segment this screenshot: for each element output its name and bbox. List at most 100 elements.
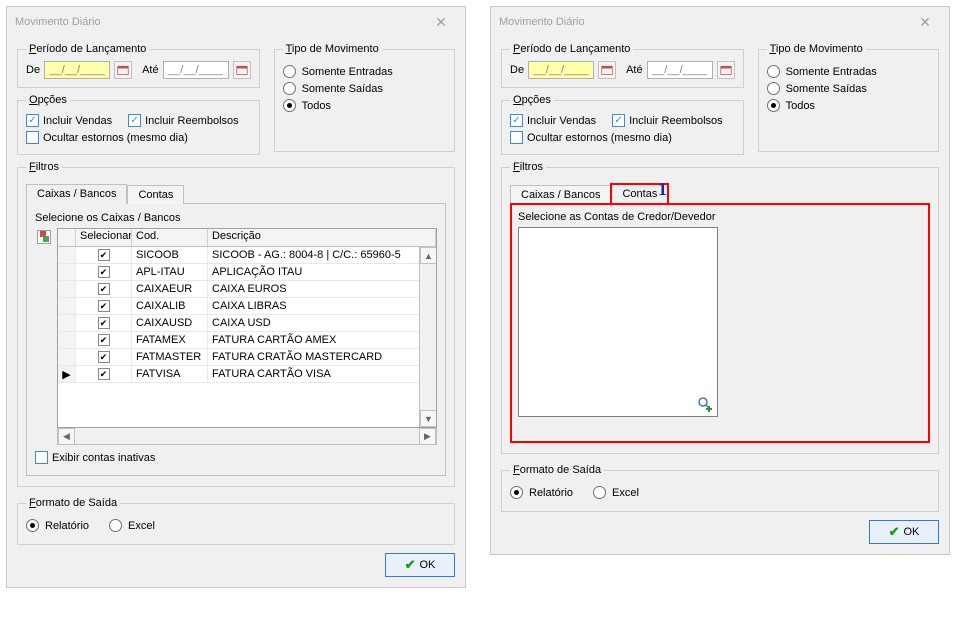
label-somente-entradas: Somente Entradas <box>786 66 877 78</box>
titlebar: Movimento Diário ✕ <box>7 7 465 37</box>
check-icon: ✔ <box>889 524 900 540</box>
radio-somente-entradas[interactable]: Somente Entradas <box>767 65 930 78</box>
calendar-ate-button[interactable] <box>233 61 251 79</box>
toggle-all-button[interactable] <box>37 230 51 244</box>
calendar-de-button[interactable] <box>114 61 132 79</box>
grid-cell-cod: FATAMEX <box>132 332 208 348</box>
date-input-de[interactable] <box>44 61 110 79</box>
table-row[interactable]: ✔CAIXAEURCAIXA EUROS <box>58 281 436 298</box>
checkbox-incluir-vendas[interactable]: ✓ Incluir Vendas <box>510 114 596 127</box>
label-ate: Até <box>142 64 159 76</box>
grid-row-marker <box>58 349 76 365</box>
scroll-left-icon[interactable]: ◀ <box>58 428 75 445</box>
ok-button[interactable]: ✔ OK <box>869 520 939 544</box>
contas-panel: Selecione as Contas de Credor/Devedor <box>510 203 930 443</box>
scrollbar-vertical[interactable]: ▲ ▼ <box>419 247 436 427</box>
grid-cell-select[interactable]: ✔ <box>76 349 132 365</box>
radio-excel[interactable]: Excel <box>593 486 639 499</box>
table-row[interactable]: ▶✔FATVISAFATURA CARTÃO VISA <box>58 366 436 383</box>
period-group: Período de Lançamento De Até <box>17 43 260 88</box>
radio-relatorio[interactable]: Relatório <box>26 519 89 532</box>
table-row[interactable]: ✔CAIXAUSDCAIXA USD <box>58 315 436 332</box>
calendar-ate-button[interactable] <box>717 61 735 79</box>
calendar-icon <box>117 64 129 76</box>
col-header-descricao[interactable]: Descrição <box>208 229 436 246</box>
options-legend: Opções <box>26 94 70 106</box>
contas-listbox[interactable] <box>518 227 718 417</box>
grid-cell-cod: CAIXAUSD <box>132 315 208 331</box>
close-icon[interactable]: ✕ <box>909 7 941 37</box>
check-icon: ✓ <box>510 131 523 144</box>
grid-cell-cod: SICOOB <box>132 247 208 263</box>
check-icon: ✓ <box>612 114 625 127</box>
label-todos: Todos <box>302 100 331 112</box>
tab-caixas-bancos[interactable]: Caixas / Bancos <box>26 184 127 204</box>
radio-relatorio[interactable]: Relatório <box>510 486 573 499</box>
check-icon: ✓ <box>35 451 48 464</box>
label-somente-saidas: Somente Saídas <box>302 83 383 95</box>
checkbox-incluir-vendas[interactable]: ✓ Incluir Vendas <box>26 114 112 127</box>
grid-cell-select[interactable]: ✔ <box>76 281 132 297</box>
search-add-button[interactable] <box>697 396 713 412</box>
caixas-panel: Selecione os Caixas / Bancos Selecionar … <box>26 204 446 476</box>
radio-somente-saidas[interactable]: Somente Saídas <box>283 82 446 95</box>
checkbox-ocultar-estornos[interactable]: ✓ Ocultar estornos (mesmo dia) <box>26 131 251 144</box>
grid-cell-select[interactable]: ✔ <box>76 247 132 263</box>
magnifier-plus-icon <box>697 396 713 412</box>
tab-caixas-bancos[interactable]: Caixas / Bancos <box>510 185 611 204</box>
checkbox-ocultar-estornos[interactable]: ✓ Ocultar estornos (mesmo dia) <box>510 131 735 144</box>
label-incluir-vendas: Incluir Vendas <box>43 115 112 127</box>
radio-todos[interactable]: Todos <box>767 99 930 112</box>
check-icon: ✔ <box>405 557 416 573</box>
table-row[interactable]: ✔APL-ITAUAPLICAÇÃO ITAU <box>58 264 436 281</box>
label-de: De <box>26 64 40 76</box>
checkbox-incluir-reembolsos[interactable]: ✓ Incluir Reembolsos <box>612 114 723 127</box>
table-row[interactable]: ✔SICOOBSICOOB - AG.: 8004-8 | C/C.: 6596… <box>58 247 436 264</box>
scroll-down-icon[interactable]: ▼ <box>420 410 437 427</box>
grid-corner <box>58 229 76 246</box>
filtros-group: Filtros Caixas / Bancos Contas 1 Selecio… <box>501 161 939 454</box>
close-icon[interactable]: ✕ <box>425 7 457 37</box>
grid-cell-select[interactable]: ✔ <box>76 315 132 331</box>
scroll-right-icon[interactable]: ▶ <box>419 428 436 445</box>
ok-button[interactable]: ✔ OK <box>385 553 455 577</box>
date-input-ate[interactable] <box>647 61 713 79</box>
titlebar: Movimento Diário ✕ <box>491 7 949 37</box>
check-icon: ✔ <box>98 351 110 363</box>
table-row[interactable]: ✔CAIXALIBCAIXA LIBRAS <box>58 298 436 315</box>
radio-icon <box>767 82 780 95</box>
tab-contas[interactable]: Contas <box>127 185 184 204</box>
check-icon: ✔ <box>98 249 110 261</box>
check-icon: ✓ <box>510 114 523 127</box>
formato-legend: Formato de Saída <box>510 464 604 476</box>
table-row[interactable]: ✔FATMASTERFATURA CRATÃO MASTERCARD <box>58 349 436 366</box>
radio-icon <box>510 486 523 499</box>
scroll-up-icon[interactable]: ▲ <box>420 247 437 264</box>
scrollbar-horizontal[interactable]: ◀ ▶ <box>57 428 437 445</box>
radio-somente-saidas[interactable]: Somente Saídas <box>767 82 930 95</box>
grid-header: Selecionar Cod. Descrição <box>58 229 436 247</box>
calendar-de-button[interactable] <box>598 61 616 79</box>
grid-cell-select[interactable]: ✔ <box>76 366 132 382</box>
label-incluir-vendas: Incluir Vendas <box>527 115 596 127</box>
radio-todos[interactable]: Todos <box>283 99 446 112</box>
grid-cell-cod: CAIXAEUR <box>132 281 208 297</box>
grid-cell-desc: CAIXA LIBRAS <box>208 298 436 314</box>
table-row[interactable]: ✔FATAMEXFATURA CARTÃO AMEX <box>58 332 436 349</box>
radio-excel[interactable]: Excel <box>109 519 155 532</box>
radio-somente-entradas[interactable]: Somente Entradas <box>283 65 446 78</box>
date-input-ate[interactable] <box>163 61 229 79</box>
options-group: Opções ✓ Incluir Vendas ✓ Incluir Reembo… <box>17 94 260 155</box>
col-header-cod[interactable]: Cod. <box>132 229 208 246</box>
formato-legend: Formato de Saída <box>26 497 120 509</box>
checkbox-incluir-reembolsos[interactable]: ✓ Incluir Reembolsos <box>128 114 239 127</box>
grid-cell-select[interactable]: ✔ <box>76 264 132 280</box>
grid-cell-select[interactable]: ✔ <box>76 298 132 314</box>
grid-row-marker <box>58 281 76 297</box>
col-header-selecionar[interactable]: Selecionar <box>76 229 132 246</box>
label-de: De <box>510 64 524 76</box>
grid-row-marker <box>58 298 76 314</box>
grid-cell-select[interactable]: ✔ <box>76 332 132 348</box>
date-input-de[interactable] <box>528 61 594 79</box>
checkbox-exibir-inativas[interactable]: ✓ Exibir contas inativas <box>35 451 437 464</box>
